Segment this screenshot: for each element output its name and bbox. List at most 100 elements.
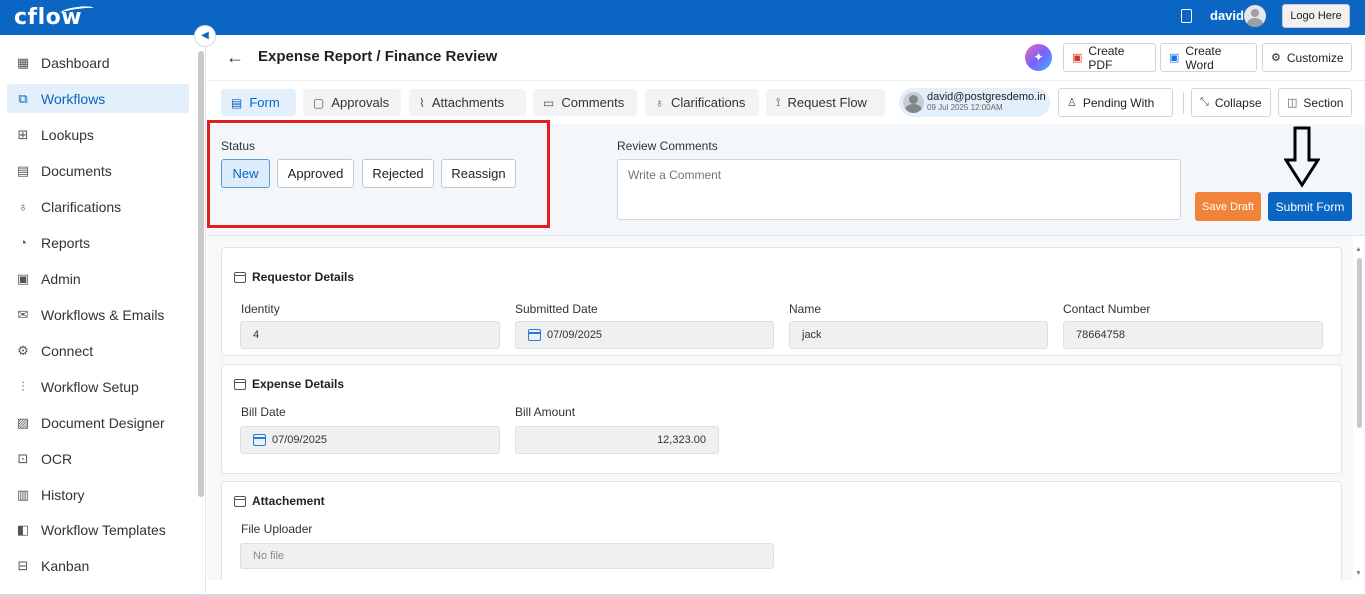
section-icon: ◫ [1287, 97, 1298, 109]
review-comments-label: Review Comments [617, 139, 718, 153]
paperclip-icon: ⌇ [419, 95, 425, 110]
sidebar-item-clarifications[interactable]: ♁ Clarifications [7, 192, 189, 221]
mail-icon: ✉ [17, 306, 29, 322]
bill-date-label: Bill Date [241, 405, 286, 419]
sidebar-item-lookups[interactable]: ⊞ Lookups [7, 120, 189, 149]
sidebar-item-workflows-emails[interactable]: ✉ Workflows & Emails [7, 300, 189, 329]
name-field[interactable]: jack [789, 321, 1048, 349]
ai-assistant-icon[interactable]: ✦ [1025, 44, 1052, 71]
section-icon [234, 495, 246, 507]
sidebar-item-history[interactable]: ▥ History [7, 480, 189, 509]
admin-icon: ▣ [16, 270, 30, 286]
gear-icon: ⚙ [1271, 52, 1281, 64]
calendar-icon [528, 329, 541, 341]
approvals-icon: ▢ [313, 95, 325, 110]
bill-date-field[interactable]: 07/09/2025 [240, 426, 500, 454]
submitted-date-label: Submitted Date [515, 302, 598, 316]
sidebar-item-kanban[interactable]: ⊟ Kanban [7, 551, 189, 580]
submit-form-button[interactable]: Submit Form [1268, 192, 1352, 221]
requestor-details-card: Requestor Details Identity 4 Submitted D… [221, 247, 1342, 356]
sidebar-item-connect[interactable]: ⚙ Connect [7, 336, 189, 365]
designer-icon: ▨ [16, 414, 30, 430]
back-arrow-icon[interactable]: ← [226, 47, 244, 68]
section-button[interactable]: ◫ Section [1278, 88, 1352, 117]
identity-field[interactable]: 4 [240, 321, 500, 349]
tab-comments[interactable]: ▭ Comments [533, 89, 637, 116]
user-name[interactable]: david [1210, 8, 1244, 23]
scan-icon: ⊡ [17, 450, 29, 466]
bill-amount-field[interactable]: 12,323.00 [515, 426, 719, 454]
sidebar-item-dashboard[interactable]: ▦ Dashboard [7, 48, 189, 77]
collapse-icon: ⤡ [1200, 96, 1209, 108]
template-icon: ◧ [16, 521, 30, 537]
divider [1183, 92, 1184, 114]
sidebar-item-admin[interactable]: ▣ Admin [7, 264, 189, 293]
expense-details-card: Expense Details Bill Date 07/09/2025 Bil… [221, 364, 1342, 474]
sidebar-item-document-designer[interactable]: ▨ Document Designer [7, 408, 189, 437]
tabs-bar: ▤ Form ▢ Approvals ⌇ Attachments ▭ Comments … [207, 80, 1365, 124]
pending-with-button[interactable]: ♙ Pending With [1058, 88, 1173, 117]
expense-details-title: Expense Details [234, 377, 344, 391]
submitted-date-field[interactable]: 07/09/2025 [515, 321, 774, 349]
contact-number-label: Contact Number [1063, 302, 1151, 316]
history-icon: ▥ [16, 486, 30, 502]
file-uploader-field[interactable]: No file [240, 543, 774, 569]
document-icon: ▤ [16, 162, 30, 178]
assigned-user-chip[interactable]: david@postgresdemo.in 09 Jul 2025 12:00A… [899, 88, 1050, 117]
sidebar-item-reports[interactable]: ◔ Reports [7, 228, 189, 257]
save-draft-button[interactable]: Save Draft [1195, 192, 1261, 221]
cflow-logo[interactable]: cflow [14, 4, 95, 30]
sidebar-collapse-toggle[interactable]: ◀ [194, 25, 216, 47]
user-date: 09 Jul 2025 12:00AM [927, 103, 1003, 112]
identity-label: Identity [241, 302, 280, 316]
requestor-details-title: Requestor Details [234, 270, 354, 284]
bulb-icon: ♁ [655, 95, 664, 110]
bill-amount-label: Bill Amount [515, 405, 576, 419]
user-icon: ♙ [1067, 97, 1077, 109]
avatar [903, 92, 924, 113]
name-label: Name [789, 302, 822, 316]
page-title: Expense Report / Finance Review [258, 48, 498, 65]
tab-attachments[interactable]: ⌇ Attachments [409, 89, 526, 116]
workflows-icon: ⧉ [18, 90, 28, 106]
down-arrow-annotation-icon [1284, 126, 1320, 188]
create-pdf-button[interactable]: ▣ Create PDF [1063, 43, 1156, 72]
attachment-title: Attachement [234, 494, 325, 508]
scroll-down-icon[interactable]: ▼ [1355, 570, 1362, 577]
attachment-card: Attachement File Uploader No file [221, 481, 1342, 580]
contact-number-field[interactable]: 78664758 [1063, 321, 1323, 349]
avatar[interactable] [1244, 5, 1266, 27]
collapse-button[interactable]: ⤡ Collapse [1191, 88, 1271, 117]
main-scrollbar[interactable] [1357, 258, 1362, 428]
sidebar-scrollbar[interactable] [198, 51, 204, 497]
tab-approvals[interactable]: ▢ Approvals [303, 89, 401, 116]
review-comment-input[interactable] [617, 159, 1181, 220]
tab-request-flow[interactable]: ⟟ Request Flow [766, 89, 885, 116]
highlight-box [207, 120, 550, 228]
bulb-icon: ♁ [18, 199, 28, 214]
comment-icon: ▭ [543, 95, 555, 110]
pie-chart-icon: ◔ [19, 235, 27, 250]
document-icon[interactable] [1181, 9, 1192, 23]
create-word-button[interactable]: ▣ Create Word [1160, 43, 1257, 72]
customize-button[interactable]: ⚙ Customize [1262, 43, 1352, 72]
sidebar-item-documents[interactable]: ▤ Documents [7, 156, 189, 185]
tab-clarifications[interactable]: ♁ Clarifications [645, 89, 759, 116]
table-icon: ⊞ [17, 126, 29, 142]
scroll-up-icon[interactable]: ▲ [1355, 246, 1362, 253]
sidebar-item-ocr[interactable]: ⊡ OCR [7, 444, 189, 473]
logo-here-button[interactable]: Logo Here [1282, 4, 1350, 28]
sidebar-item-workflow-templates[interactable]: ◧ Workflow Templates [7, 515, 189, 544]
dashboard-icon: ▦ [16, 54, 30, 70]
section-icon [234, 271, 246, 283]
word-icon: ▣ [1169, 52, 1180, 64]
calendar-icon [253, 434, 266, 446]
connect-icon: ⚙ [17, 342, 29, 358]
sidebar-item-workflow-setup[interactable]: ⫶ Workflow Setup [7, 372, 189, 401]
sidebar-item-workflows[interactable]: ⧉ Workflows [7, 84, 189, 113]
pdf-icon: ▣ [1072, 52, 1083, 64]
form-icon: ▤ [231, 95, 243, 110]
user-email: david@postgresdemo.in [927, 91, 1046, 103]
flow-icon: ⟟ [776, 95, 781, 109]
tab-form[interactable]: ▤ Form [221, 89, 296, 116]
